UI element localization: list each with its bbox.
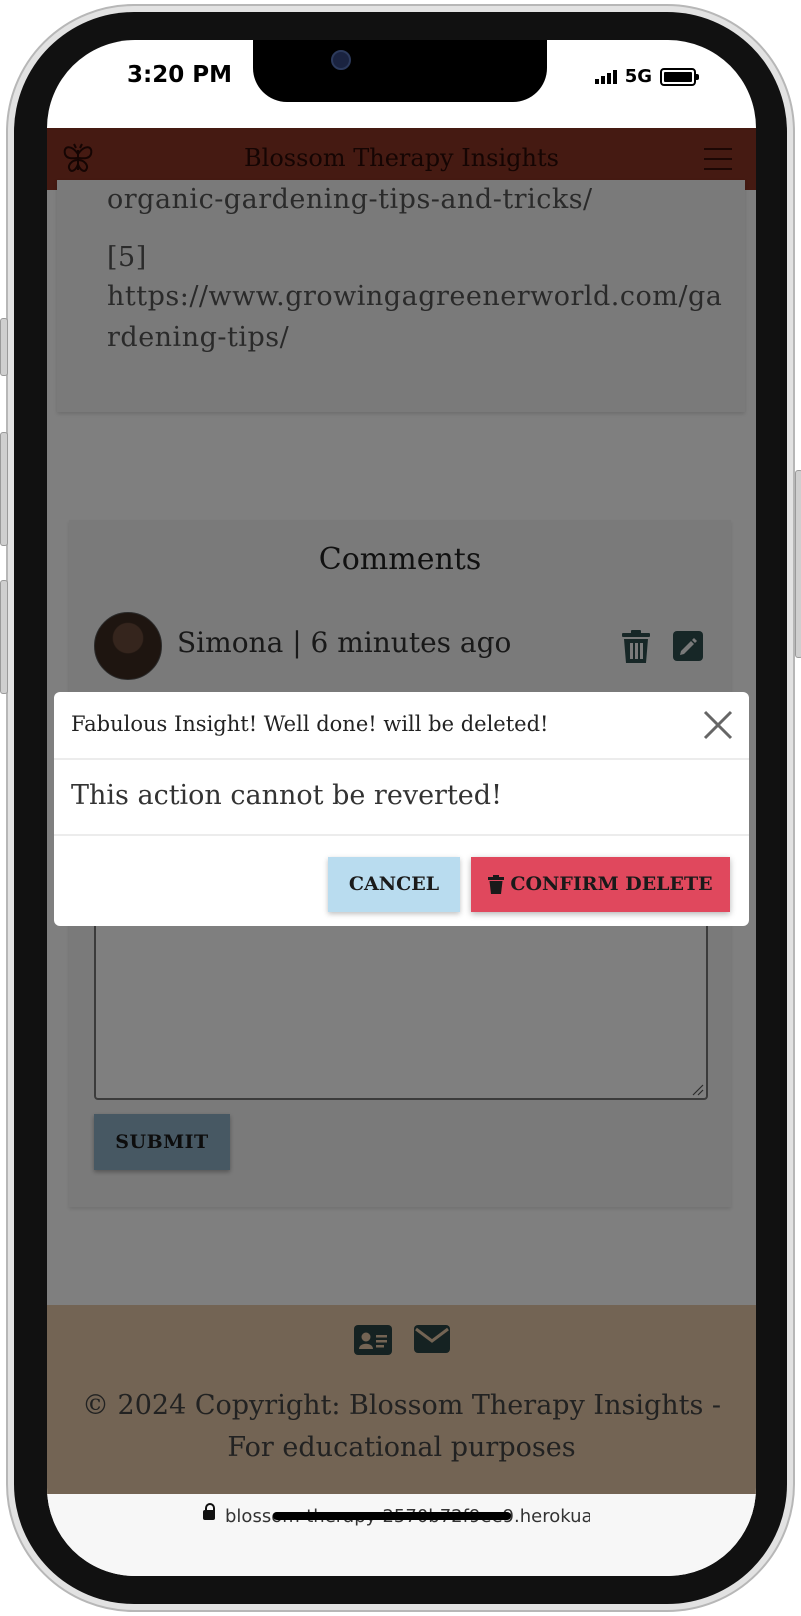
status-time: 3:20 PM [127,62,232,88]
delete-confirm-modal: Fabulous Insight! Well done! will be del… [54,692,749,926]
phone-power-button [795,470,801,658]
trash-icon [488,875,505,894]
battery-icon [660,67,699,86]
screen: 3:20 PM 5G Blossom Therapy Insights [47,40,756,1576]
network-label: 5G [624,66,652,87]
lock-icon [203,1503,215,1520]
modal-header: Fabulous Insight! Well done! will be del… [54,692,749,760]
cancel-button[interactable]: CANCEL [328,857,460,912]
browser-url-bar[interactable]: blossom-therapy-2570b72f9ee9.herokuapp [47,1494,756,1576]
modal-divider [54,834,749,836]
close-icon[interactable] [701,708,735,742]
phone-volume-up-button [0,432,8,546]
modal-message: This action cannot be reverted! [71,780,502,811]
modal-title: Fabulous Insight! Well done! will be del… [71,712,549,736]
phone-volume-down-button [0,580,8,694]
phone-side-button [0,318,8,376]
camera-icon [331,50,351,70]
confirm-delete-button[interactable]: CONFIRM DELETE [471,857,730,912]
home-indicator[interactable] [273,1512,511,1520]
notch [253,40,547,102]
confirm-delete-label: CONFIRM DELETE [510,873,713,895]
status-indicators: 5G [594,66,699,87]
signal-icon [594,69,617,84]
